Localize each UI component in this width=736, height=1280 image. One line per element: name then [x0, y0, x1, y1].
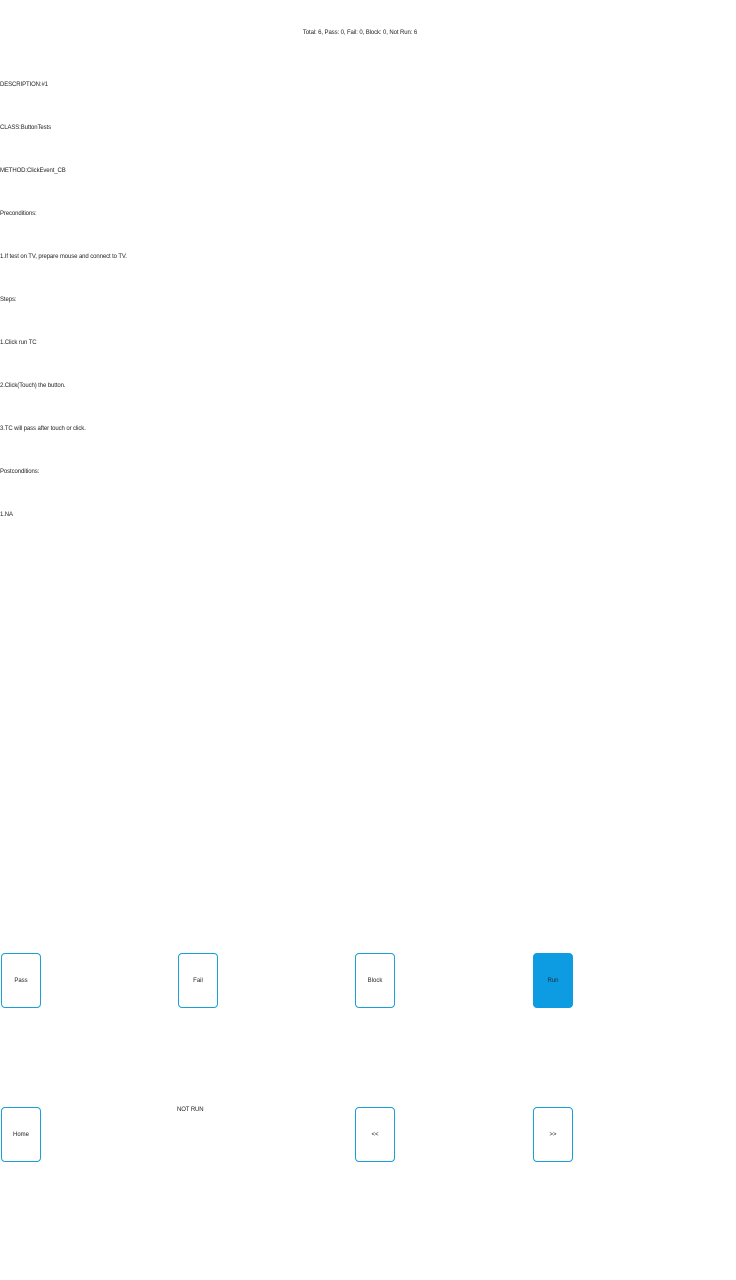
method-text: METHOD:ClickEvent_CB	[0, 168, 66, 174]
run-button[interactable]: Run	[533, 953, 573, 1008]
precondition-item: 1.If test on TV, prepare mouse and conne…	[0, 254, 127, 260]
step-item: 3.TC will pass after touch or click.	[0, 426, 86, 432]
steps-label: Steps:	[0, 297, 17, 303]
block-button[interactable]: Block	[355, 953, 395, 1008]
previous-button[interactable]: <<	[355, 1107, 395, 1162]
description-text: DESCRIPTION:#1	[0, 82, 48, 88]
fail-button[interactable]: Fail	[178, 953, 218, 1008]
home-button[interactable]: Home	[1, 1107, 41, 1162]
preconditions-label: Preconditions:	[0, 211, 37, 217]
next-button[interactable]: >>	[533, 1107, 573, 1162]
test-runner-page: Total: 6, Pass: 0, Fail: 0, Block: 0, No…	[0, 0, 736, 1280]
step-item: 2.Click(Touch) the button.	[0, 383, 66, 389]
test-summary: Total: 6, Pass: 0, Fail: 0, Block: 0, No…	[302, 30, 418, 36]
pass-button[interactable]: Pass	[1, 953, 41, 1008]
class-text: CLASS:ButtonTests	[0, 125, 51, 131]
postcondition-item: 1.NA	[0, 512, 13, 518]
postconditions-label: Postconditions:	[0, 469, 40, 475]
step-item: 1.Click run TC	[0, 340, 37, 346]
status-label: NOT RUN	[177, 1107, 204, 1113]
